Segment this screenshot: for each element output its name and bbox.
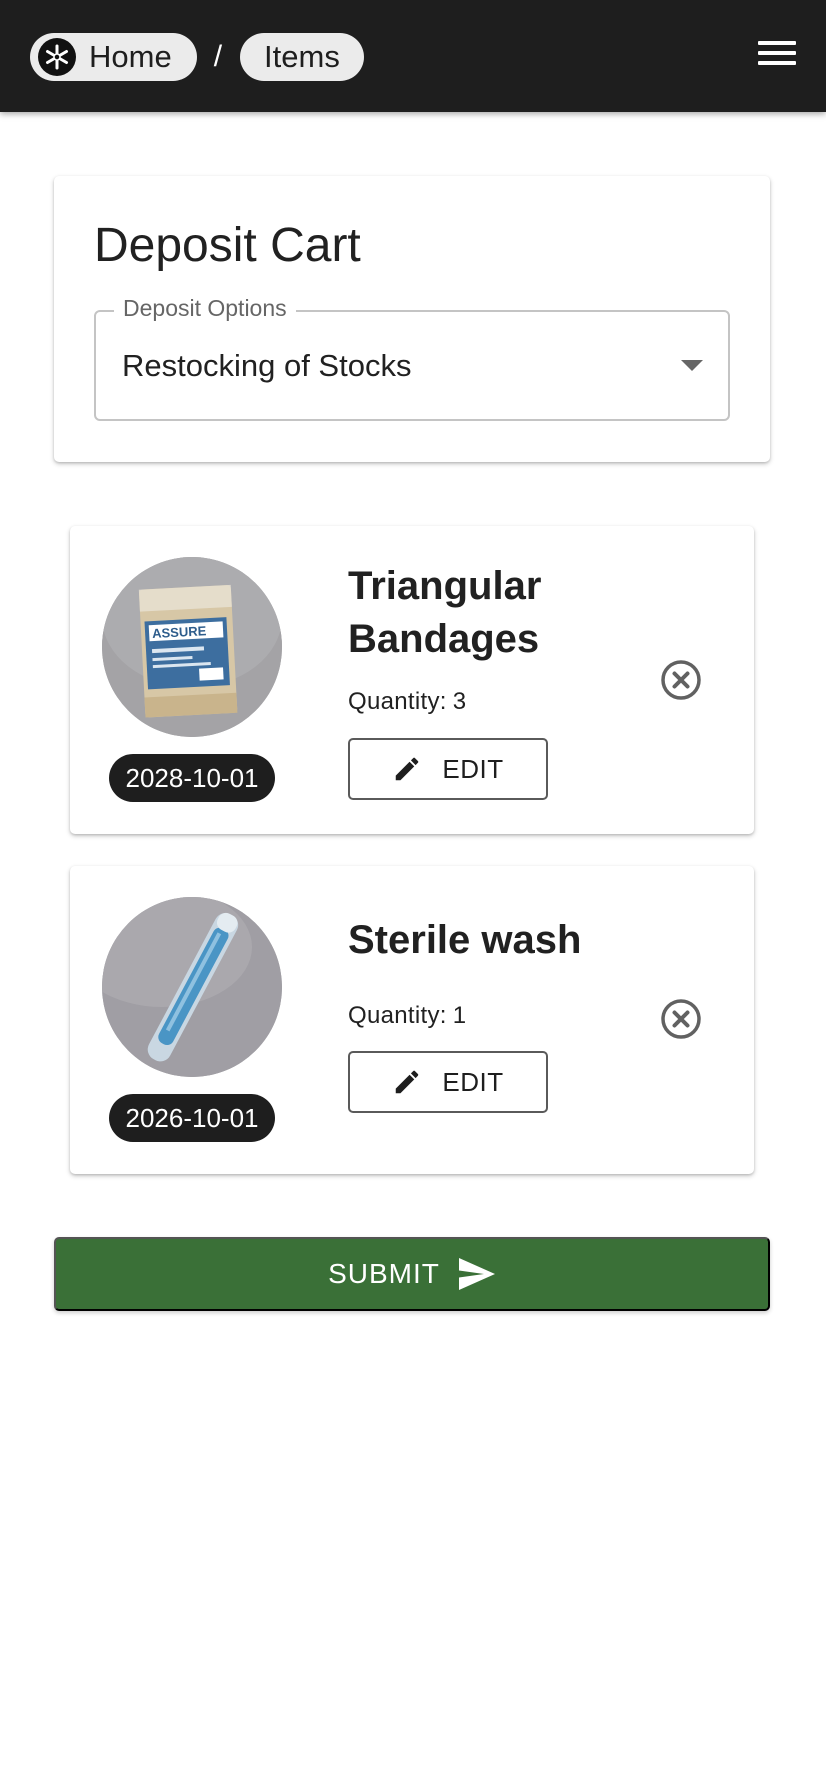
- submit-button-label: SUBMIT: [328, 1258, 440, 1289]
- submit-button[interactable]: SUBMIT: [54, 1237, 770, 1311]
- breadcrumb-items-label: Items: [264, 39, 340, 74]
- breadcrumb-items-chip[interactable]: Items: [240, 33, 364, 81]
- item-image: [102, 897, 282, 1077]
- item-quantity: Quantity: 3: [348, 688, 466, 716]
- deposit-options-label: Deposit Options: [114, 295, 296, 322]
- send-icon: [458, 1258, 496, 1290]
- quantity-value: 3: [452, 688, 467, 715]
- breadcrumb-home-chip[interactable]: Home: [30, 33, 197, 81]
- app-bar: Home / Items: [0, 0, 826, 112]
- sterile-wash-vial-photo: [102, 897, 282, 1077]
- remove-item-close-icon[interactable]: [660, 998, 702, 1040]
- quantity-label: Quantity:: [348, 688, 447, 715]
- item-name: Triangular Bandages: [348, 564, 542, 661]
- edit-button-label: EDIT: [442, 1066, 504, 1097]
- pencil-icon: [392, 754, 422, 784]
- edit-button-label: EDIT: [442, 753, 504, 784]
- remove-item-close-icon[interactable]: [660, 659, 702, 701]
- quantity-label: Quantity:: [348, 1002, 447, 1029]
- edit-button[interactable]: EDIT: [348, 738, 548, 800]
- hamburger-menu-icon[interactable]: [758, 41, 796, 71]
- bandage-package-photo: ASSURE: [102, 557, 282, 737]
- item-image: ASSURE: [102, 557, 282, 737]
- breadcrumb-home-label: Home: [89, 39, 172, 74]
- breadcrumb: Home / Items: [30, 33, 364, 81]
- pencil-icon: [392, 1067, 422, 1097]
- quantity-value: 1: [452, 1002, 467, 1029]
- deposit-options-value: Restocking of Stocks: [122, 348, 412, 383]
- edit-button[interactable]: EDIT: [348, 1051, 548, 1113]
- breadcrumb-separator: /: [213, 40, 223, 73]
- item-name: Sterile wash: [348, 918, 582, 962]
- dropdown-arrow-icon: [681, 360, 703, 371]
- cart-item-card: ASSURE 2028-10-01 Triangular Bandages Qu…: [70, 526, 754, 834]
- expiry-date-badge: 2026-10-01: [109, 1094, 275, 1142]
- deposit-cart-card: Deposit Cart Deposit Options Restocking …: [54, 176, 770, 462]
- item-quantity: Quantity: 1: [348, 1002, 466, 1030]
- expiry-date-badge: 2028-10-01: [109, 754, 275, 802]
- star-of-life-logo-icon: [38, 38, 76, 76]
- page-title: Deposit Cart: [94, 219, 361, 272]
- svg-text:ASSURE: ASSURE: [152, 623, 207, 641]
- cart-item-card: 2026-10-01 Sterile wash Quantity: 1 EDIT: [70, 866, 754, 1174]
- deposit-options-select[interactable]: Deposit Options Restocking of Stocks: [94, 295, 730, 421]
